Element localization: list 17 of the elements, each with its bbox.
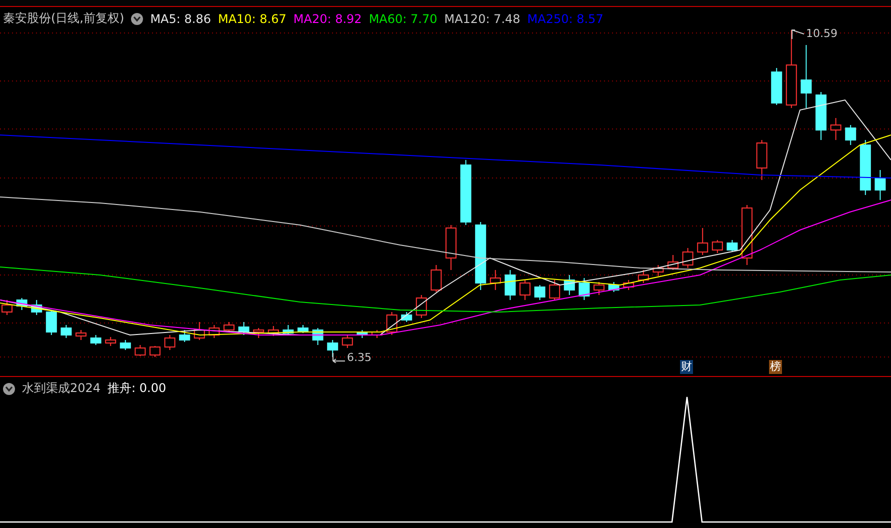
flag-icon [791, 28, 805, 40]
dropdown-icon[interactable] [3, 382, 15, 394]
indicator-name: 水到渠成2024 [22, 380, 101, 397]
event-badge[interactable]: 财 [680, 360, 693, 374]
low-price-label: 6.35 [347, 351, 372, 364]
dropdown-icon[interactable] [131, 12, 144, 24]
arrow-icon [332, 352, 346, 362]
moving-average-value: MA10: 8.67 [218, 12, 286, 26]
indicator-reading: 推舟: 0.00 [108, 380, 166, 397]
high-price-label: 10.59 [806, 27, 838, 40]
event-badge[interactable]: 榜 [769, 360, 782, 374]
moving-average-value: MA120: 7.48 [444, 12, 520, 26]
moving-average-value: MA20: 8.92 [293, 12, 362, 26]
moving-average-value: MA5: 8.86 [150, 12, 211, 26]
moving-average-value: MA250: 8.57 [527, 12, 604, 26]
stock-title: 秦安股份(日线,前复权) [3, 10, 124, 27]
moving-average-value: MA60: 7.70 [368, 12, 438, 26]
